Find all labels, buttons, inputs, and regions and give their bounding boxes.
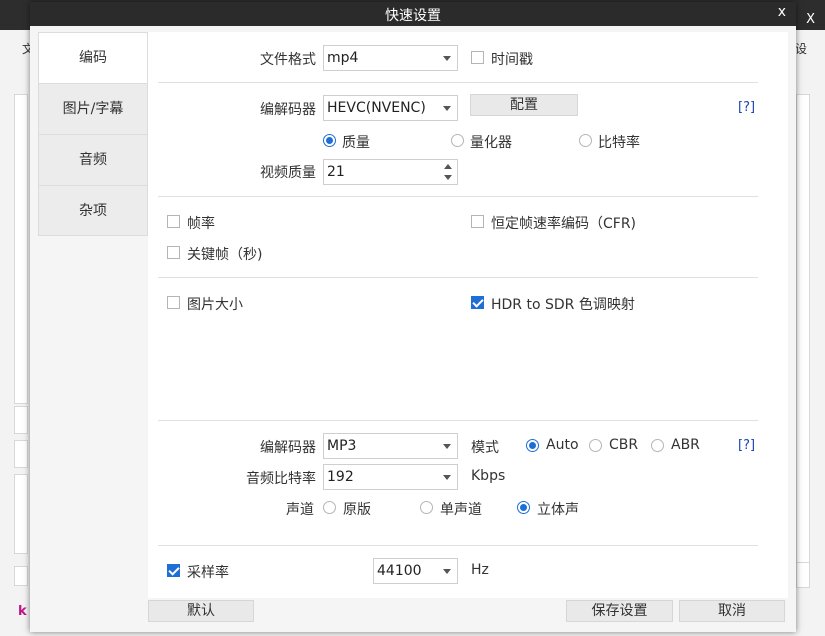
keyframe-checkbox[interactable] bbox=[167, 246, 180, 259]
background-panel bbox=[796, 94, 810, 584]
dialog-title: 快速设置 bbox=[385, 8, 441, 24]
audio-codec-dropdown[interactable]: MP3 bbox=[323, 433, 458, 459]
audio-bitrate-value: 192 bbox=[327, 469, 354, 485]
format-dropdown[interactable]: mp4 bbox=[323, 45, 458, 71]
sidebar-item-audio[interactable]: 音频 bbox=[39, 135, 147, 186]
quick-settings-dialog: 快速设置 x 编码 图片/字幕 音频 杂项 文件格式 mp4 时间戳 编解码器 … bbox=[30, 2, 796, 632]
sidebar-item-encoding[interactable]: 编码 bbox=[39, 33, 147, 84]
channel-stereo-radio[interactable] bbox=[517, 501, 530, 514]
quality-spinbox[interactable]: 21 bbox=[323, 159, 458, 185]
background-panel bbox=[796, 562, 810, 588]
video-codec-value: HEVC(NVENC) bbox=[327, 100, 426, 116]
audio-codec-value: MP3 bbox=[327, 438, 357, 454]
quality-value: 21 bbox=[327, 164, 345, 180]
background-panel bbox=[14, 566, 28, 586]
background-panel bbox=[14, 406, 28, 434]
timestamp-checkbox[interactable] bbox=[471, 51, 484, 64]
audio-bitrate-dropdown[interactable]: 192 bbox=[323, 464, 458, 490]
audio-mode-auto-radio[interactable] bbox=[526, 439, 539, 452]
picture-size-checkbox[interactable] bbox=[167, 296, 180, 309]
samplerate-unit: Hz bbox=[471, 562, 489, 578]
background-logo: k bbox=[18, 604, 27, 619]
channel-original-label: 原版 bbox=[343, 502, 371, 518]
rate-mode-quality-radio[interactable] bbox=[323, 134, 336, 147]
cancel-button[interactable]: 取消 bbox=[679, 600, 785, 622]
audio-codec-label: 编解码器 bbox=[260, 440, 316, 456]
section-divider bbox=[158, 196, 758, 197]
chevron-down-icon bbox=[443, 569, 451, 574]
background-panel bbox=[14, 440, 28, 468]
section-divider bbox=[158, 82, 758, 83]
dialog-footer: 默认 保存设置 取消 bbox=[148, 598, 788, 628]
audio-help-link[interactable]: [?] bbox=[738, 438, 755, 453]
rate-mode-quantizer-label: 量化器 bbox=[470, 135, 512, 151]
samplerate-label: 采样率 bbox=[187, 565, 229, 581]
default-button[interactable]: 默认 bbox=[148, 600, 254, 622]
rate-mode-bitrate-label: 比特率 bbox=[598, 135, 640, 151]
settings-content: 文件格式 mp4 时间戳 编解码器 HEVC(NVENC) 配置 [?] 质量 … bbox=[148, 32, 788, 598]
section-divider bbox=[158, 420, 758, 421]
hdr-to-sdr-checkbox[interactable] bbox=[471, 296, 484, 309]
audio-bitrate-label: 音频比特率 bbox=[246, 471, 316, 487]
sidebar-item-picture-subtitle[interactable]: 图片/字幕 bbox=[39, 84, 147, 135]
spin-up-icon[interactable] bbox=[444, 164, 452, 169]
chevron-down-icon bbox=[443, 475, 451, 480]
rate-mode-quality-label: 质量 bbox=[342, 135, 370, 151]
samplerate-dropdown[interactable]: 44100 bbox=[373, 558, 458, 584]
audio-mode-cbr-label: CBR bbox=[609, 437, 639, 453]
audio-mode-auto-label: Auto bbox=[546, 437, 579, 453]
audio-bitrate-unit: Kbps bbox=[471, 468, 506, 484]
chevron-down-icon bbox=[443, 444, 451, 449]
framerate-checkbox[interactable] bbox=[167, 215, 180, 228]
channel-label: 声道 bbox=[286, 502, 314, 518]
rate-mode-bitrate-radio[interactable] bbox=[579, 134, 592, 147]
cfr-label: 恒定帧速率编码（CFR) bbox=[491, 216, 637, 232]
channel-mono-radio[interactable] bbox=[420, 501, 433, 514]
framerate-label: 帧率 bbox=[187, 216, 215, 232]
channel-stereo-label: 立体声 bbox=[537, 502, 579, 518]
save-settings-button[interactable]: 保存设置 bbox=[566, 600, 673, 622]
background-menu-item[interactable]: 设 bbox=[795, 40, 807, 57]
settings-sidebar: 编码 图片/字幕 音频 杂项 bbox=[38, 32, 148, 236]
audio-mode-abr-label: ABR bbox=[671, 437, 700, 453]
video-help-link[interactable]: [?] bbox=[738, 100, 755, 115]
rate-mode-quantizer-radio[interactable] bbox=[451, 134, 464, 147]
video-codec-dropdown[interactable]: HEVC(NVENC) bbox=[323, 95, 458, 121]
channel-original-radio[interactable] bbox=[323, 501, 336, 514]
channel-mono-label: 单声道 bbox=[440, 502, 482, 518]
background-panel bbox=[14, 474, 28, 554]
keyframe-label: 关键帧（秒) bbox=[187, 247, 263, 263]
cfr-checkbox[interactable] bbox=[471, 215, 484, 228]
dialog-close-button[interactable]: x bbox=[778, 4, 786, 20]
picture-size-label: 图片大小 bbox=[187, 297, 243, 313]
dialog-titlebar[interactable]: 快速设置 x bbox=[30, 2, 796, 26]
timestamp-label: 时间戳 bbox=[491, 52, 533, 68]
chevron-down-icon bbox=[443, 56, 451, 61]
samplerate-checkbox[interactable] bbox=[167, 564, 180, 577]
section-divider bbox=[158, 277, 758, 278]
quality-label: 视频质量 bbox=[260, 165, 316, 181]
spin-down-icon[interactable] bbox=[444, 175, 452, 180]
hdr-to-sdr-label: HDR to SDR 色调映射 bbox=[491, 297, 635, 313]
format-value: mp4 bbox=[327, 50, 359, 66]
sidebar-item-misc[interactable]: 杂项 bbox=[39, 186, 147, 237]
chevron-down-icon bbox=[443, 106, 451, 111]
background-panel bbox=[14, 94, 28, 404]
format-label: 文件格式 bbox=[260, 52, 316, 68]
audio-mode-cbr-radio[interactable] bbox=[589, 439, 602, 452]
section-divider bbox=[158, 545, 758, 546]
samplerate-value: 44100 bbox=[377, 563, 422, 579]
audio-mode-abr-radio[interactable] bbox=[651, 439, 664, 452]
background-close-button[interactable]: X bbox=[806, 12, 815, 27]
config-button[interactable]: 配置 bbox=[470, 94, 578, 116]
audio-mode-label: 模式 bbox=[471, 440, 499, 456]
video-codec-label: 编解码器 bbox=[260, 102, 316, 118]
